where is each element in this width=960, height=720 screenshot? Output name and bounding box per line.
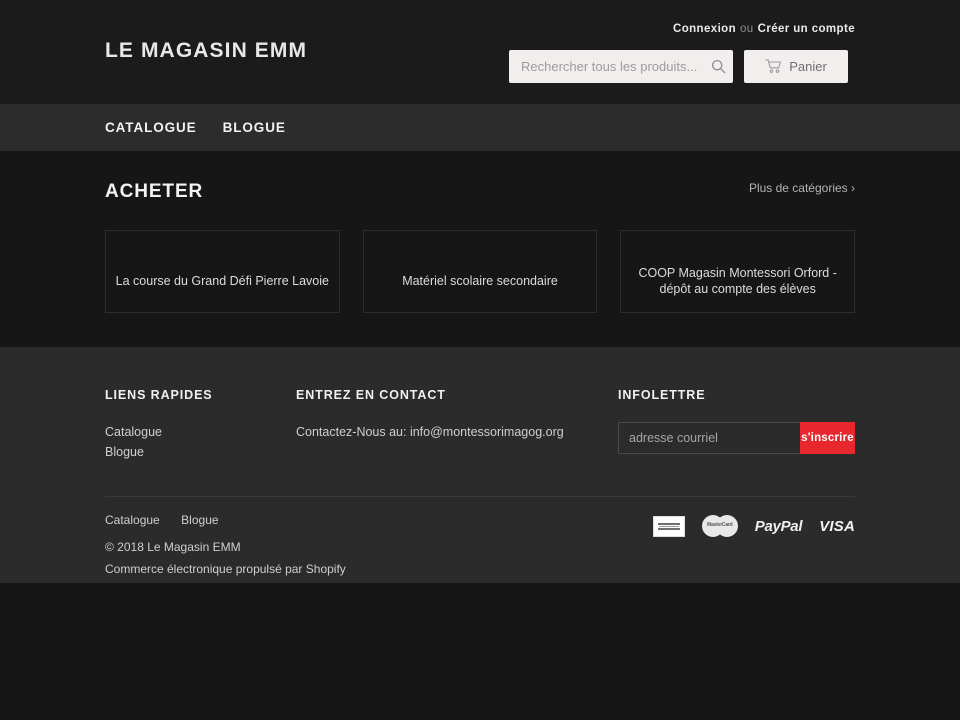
cart-button[interactable]: Panier	[744, 50, 848, 83]
mastercard-label: MasterCard	[707, 522, 733, 528]
site-header: Connexion ou Créer un compte LE MAGASIN EM…	[0, 0, 960, 104]
footer-newsletter-heading: INFOLETTRE	[618, 388, 706, 402]
payment-icons: MasterCard PayPal VISA	[652, 515, 855, 537]
page-root: Connexion ou Créer un compte LE MAGASIN EM…	[0, 0, 960, 720]
american-express-icon	[652, 515, 685, 537]
footer-link-catalogue[interactable]: Catalogue	[105, 422, 296, 442]
newsletter-email-input[interactable]	[618, 422, 800, 454]
powered-by-text: Commerce électronique propulsé par Shopi…	[105, 562, 346, 576]
footer-columns: LIENS RAPIDES Catalogue Blogue ENTREZ EN…	[105, 388, 855, 462]
site-logo[interactable]: LE MAGASIN EMM	[105, 39, 307, 63]
footer-quick-links: LIENS RAPIDES Catalogue Blogue	[105, 388, 296, 462]
section-header: ACHETER Plus de catégories ›	[105, 178, 855, 206]
footer-bottom-link-blogue[interactable]: Blogue	[181, 513, 218, 527]
search-icon	[711, 59, 726, 74]
collection-card[interactable]: Matériel scolaire secondaire	[362, 230, 598, 313]
page-title: ACHETER	[105, 181, 204, 202]
copyright-text: © 2018 Le Magasin EMM	[105, 540, 241, 554]
search-input[interactable]	[509, 50, 705, 83]
search-submit-button[interactable]	[703, 50, 733, 83]
nav-item-blogue[interactable]: BLOGUE	[223, 120, 286, 135]
footer-quick-links-heading: LIENS RAPIDES	[105, 388, 213, 402]
footer-newsletter: INFOLETTRE s'inscrire	[618, 388, 855, 462]
collection-title: COOP Magasin Montessori Orford - dépôt a…	[638, 266, 837, 296]
search-form	[509, 50, 733, 83]
nav-item-catalogue[interactable]: CATALOGUE	[105, 120, 197, 135]
more-categories-link[interactable]: Plus de catégories ›	[749, 181, 855, 195]
footer-contact-heading: ENTREZ EN CONTACT	[296, 388, 446, 402]
footer-contact-text: Contactez-Nous au: info@montessorimagog.…	[296, 425, 564, 439]
main-navigation: CATALOGUE BLOGUE	[0, 104, 960, 151]
mastercard-icon: MasterCard	[701, 515, 738, 537]
collection-title: La course du Grand Défi Pierre Lavoie	[115, 274, 329, 288]
account-bar: Connexion ou Créer un compte	[673, 23, 855, 35]
collection-title: Matériel scolaire secondaire	[402, 274, 558, 288]
footer-contact: ENTREZ EN CONTACT Contactez-Nous au: inf…	[296, 388, 618, 462]
newsletter-subscribe-button[interactable]: s'inscrire	[800, 422, 855, 454]
login-link[interactable]: Connexion	[673, 23, 736, 35]
collection-card[interactable]: La course du Grand Défi Pierre Lavoie	[105, 230, 340, 313]
footer-bottom-link-catalogue[interactable]: Catalogue	[105, 513, 160, 527]
shopping-cart-icon	[765, 59, 782, 74]
cart-label: Panier	[789, 59, 827, 74]
paypal-icon: PayPal	[754, 517, 803, 535]
newsletter-form: s'inscrire	[618, 422, 855, 454]
main-content: ACHETER Plus de catégories › La course d…	[0, 151, 960, 347]
visa-icon: VISA	[819, 517, 855, 535]
collection-grid: La course du Grand Défi Pierre Lavoie Ma…	[105, 230, 856, 313]
site-footer: LIENS RAPIDES Catalogue Blogue ENTREZ EN…	[0, 347, 960, 583]
account-separator: ou	[740, 23, 754, 35]
collection-card[interactable]: COOP Magasin Montessori Orford - dépôt a…	[620, 230, 856, 313]
page-background-tail	[0, 583, 960, 720]
footer-link-blogue[interactable]: Blogue	[105, 442, 296, 462]
footer-bottom: Catalogue Blogue © 2018 Le Magasin EMM C…	[105, 497, 855, 576]
create-account-link[interactable]: Créer un compte	[758, 23, 855, 35]
